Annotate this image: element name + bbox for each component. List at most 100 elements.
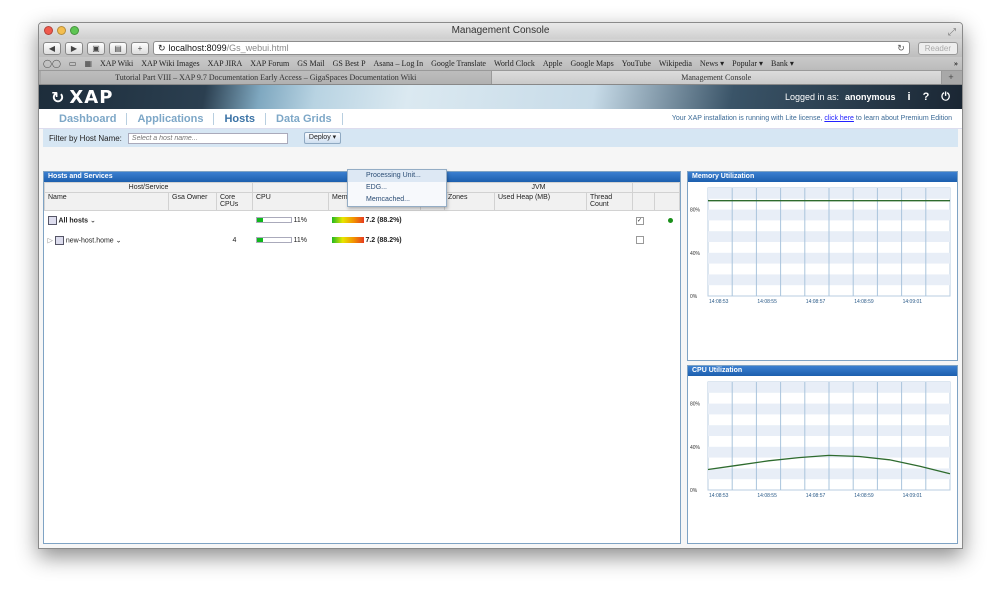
reading-list-icon[interactable]: ◯◯: [43, 59, 61, 68]
memory-chart: 0% 40% 80% 14:08:53 14:08:55 14:08:57 14:08:59…: [690, 187, 951, 305]
thread-count-cell: [587, 231, 633, 251]
bookmark-item[interactable]: News ▾: [700, 59, 724, 68]
new-tab-button[interactable]: +: [131, 41, 149, 55]
add-tab-icon[interactable]: +: [942, 71, 960, 84]
logo-text: XAP: [69, 86, 114, 108]
nav-dashboard[interactable]: Dashboard: [49, 112, 128, 125]
deploy-menu-processing-unit[interactable]: Processing Unit...: [348, 170, 446, 182]
table-row[interactable]: All hosts ⌄ 11% 7.2 (88.2%) ✓: [45, 211, 680, 231]
zoom-window-button[interactable]: [70, 26, 79, 35]
bookmarks-bar: ◯◯ ▭ ▦ XAP Wiki XAP Wiki Images XAP JIRA…: [39, 57, 962, 71]
memory-bar: [331, 237, 364, 244]
pid-cell: [421, 231, 445, 251]
col-used-heap[interactable]: Used Heap (MB): [494, 192, 587, 211]
hosts-panel: Hosts and Services Host/Service JVM Name…: [43, 171, 681, 544]
memory-xtick-label: 14:08:53: [709, 299, 729, 305]
main-nav: Dashboard Applications Hosts Data Grids …: [39, 109, 962, 129]
host-name: new-host.home: [65, 237, 114, 245]
filter-label: Filter by Host Name:: [49, 133, 122, 143]
site-icon: ↻: [158, 42, 166, 53]
pid-cell: [421, 211, 445, 231]
bookmark-item[interactable]: Wikipedia: [659, 59, 692, 68]
cpu-bar-fill: [256, 238, 264, 243]
reload-icon[interactable]: ↻: [897, 43, 905, 54]
cpu-xtick-label: 14:08:55: [757, 493, 777, 499]
bookmark-item[interactable]: XAP Forum: [250, 59, 289, 68]
license-notice: Your XAP installation is running with Li…: [672, 115, 952, 122]
back-button[interactable]: ◀: [43, 41, 61, 55]
col-zones[interactable]: Zones: [444, 192, 495, 211]
cpu-xtick-label: 14:09:01: [903, 493, 923, 499]
row-checkbox[interactable]: ✓: [635, 216, 644, 225]
charts-sidebar: Memory Utilization 0% 40% 80% 14:08:53 14:08…: [687, 171, 958, 544]
bookmark-item[interactable]: Asana – Log In: [374, 59, 424, 68]
help-icon[interactable]: ?: [923, 91, 930, 103]
col-name[interactable]: Name: [44, 192, 169, 211]
deploy-menu-memcached[interactable]: Memcached...: [348, 194, 446, 206]
more-bookmarks-icon[interactable]: »: [954, 59, 958, 68]
license-link[interactable]: click here: [824, 115, 854, 122]
memory-ytick-label: 0%: [690, 294, 698, 300]
browser-window: Management Console ⤢ ◀ ▶ ▣ ▤ + ↻ localho…: [38, 22, 963, 549]
expand-arrow-icon[interactable]: ▷: [48, 237, 53, 244]
close-window-button[interactable]: [44, 26, 53, 35]
window-controls: [44, 26, 79, 35]
bookmark-item[interactable]: Bank ▾: [771, 59, 794, 68]
gsa-owner-cell: [169, 211, 217, 231]
info-icon[interactable]: i: [908, 91, 911, 103]
cpu-cell: 11%: [253, 211, 329, 231]
power-icon[interactable]: ⏻: [941, 91, 950, 104]
row-checkbox[interactable]: [635, 235, 644, 244]
bookmark-item[interactable]: GS Mail: [297, 59, 324, 68]
deploy-menu-edg[interactable]: EDG...: [348, 182, 446, 194]
top-sites-icon[interactable]: ▦: [84, 59, 92, 68]
expand-icon[interactable]: ⌄: [116, 237, 122, 244]
forward-button[interactable]: ▶: [65, 41, 83, 55]
memory-bar: [331, 217, 364, 224]
browser-toolbar: ◀ ▶ ▣ ▤ + ↻ localhost:8099/Gs_webui.html…: [39, 39, 962, 57]
bookmark-item[interactable]: XAP Wiki Images: [141, 59, 199, 68]
bookmark-item[interactable]: Apple: [543, 59, 563, 68]
nav-applications[interactable]: Applications: [127, 112, 215, 125]
filter-bar: Filter by Host Name: Deploy ▾: [43, 129, 958, 147]
memory-xtick-label: 14:08:57: [806, 299, 826, 305]
bookmark-item[interactable]: Popular ▾: [732, 59, 763, 68]
bookmark-item[interactable]: GS Best P: [333, 59, 366, 68]
tab-documentation[interactable]: Tutorial Part VIII – XAP 9.7 Documentati…: [41, 71, 492, 84]
nav-data-grids[interactable]: Data Grids: [266, 112, 343, 125]
bookmark-item[interactable]: Google Maps: [570, 59, 613, 68]
status-cell: [655, 211, 680, 231]
col-cpu[interactable]: CPU: [252, 192, 329, 211]
address-bar[interactable]: ↻ localhost:8099/Gs_webui.html ↻: [153, 41, 910, 55]
xap-logo: ↻ XAP: [51, 87, 113, 108]
bookmark-item[interactable]: XAP JIRA: [208, 59, 243, 68]
bookmark-item[interactable]: XAP Wiki: [100, 59, 133, 68]
nav-hosts[interactable]: Hosts: [214, 112, 267, 125]
cpu-chart-panel: CPU Utilization 0% 40% 80% 14:08:53 14:08:55…: [687, 365, 958, 544]
share-icon[interactable]: ▣: [87, 41, 105, 55]
license-text-end: to learn about Premium Edition: [855, 115, 952, 122]
col-thread-count[interactable]: Thread Count: [586, 192, 633, 211]
tab-management-console[interactable]: Management Console: [491, 71, 942, 84]
bookmark-item[interactable]: World Clock: [494, 59, 535, 68]
fullscreen-icon[interactable]: ⤢: [948, 25, 956, 41]
expand-icon[interactable]: ⌄: [90, 218, 96, 225]
col-select: [632, 192, 655, 211]
minimize-window-button[interactable]: [57, 26, 66, 35]
used-heap-cell: [495, 211, 587, 231]
bookmark-item[interactable]: YouTube: [622, 59, 651, 68]
reader-button[interactable]: Reader: [917, 41, 958, 55]
bookmarks-icon[interactable]: ▭: [69, 59, 77, 68]
memory-ytick-label: 80%: [690, 208, 701, 214]
col-gsa-owner[interactable]: Gsa Owner: [168, 192, 217, 211]
sidebar-icon[interactable]: ▤: [109, 41, 127, 55]
deploy-button[interactable]: Deploy ▾: [303, 132, 342, 144]
host-filter-input[interactable]: [127, 132, 288, 144]
memory-xtick-label: 14:08:55: [757, 299, 777, 305]
username: anonymous: [844, 92, 896, 102]
col-core-cpus[interactable]: Core CPUs: [216, 192, 253, 211]
cpu-ytick-label: 80%: [690, 402, 701, 408]
memory-value: 7.2 (88.2%): [365, 217, 402, 225]
table-row[interactable]: ▷ new-host.home ⌄ 4 11% 7.2 (88.2%): [45, 231, 680, 251]
bookmark-item[interactable]: Google Translate: [431, 59, 486, 68]
